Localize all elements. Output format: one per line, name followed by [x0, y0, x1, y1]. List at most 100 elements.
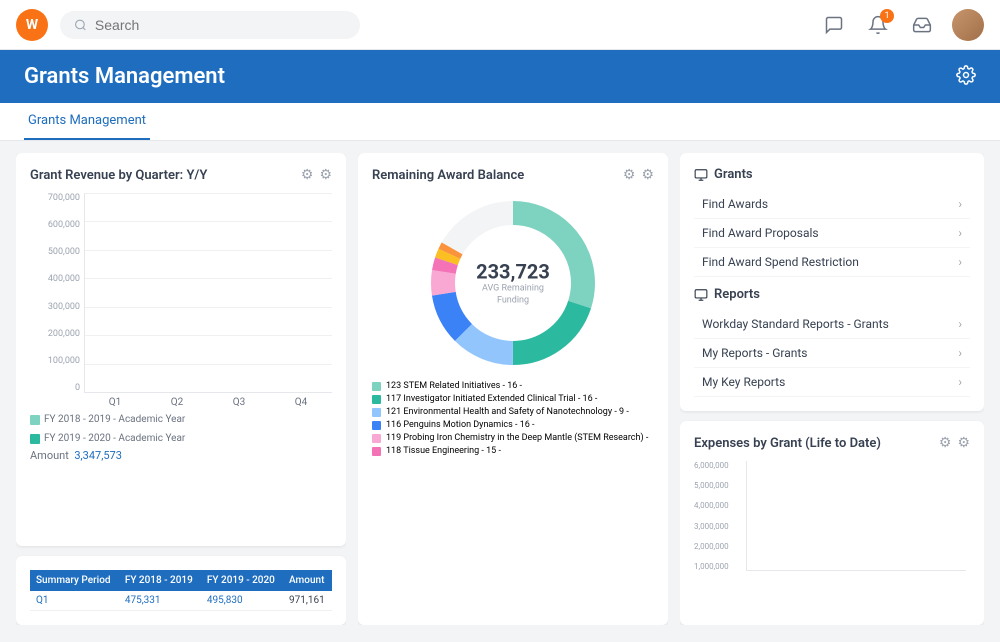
fy2-val[interactable]: 495,830: [201, 591, 283, 611]
tab-bar: Grants Management: [0, 103, 1000, 141]
tab-grants-management[interactable]: Grants Management: [24, 103, 150, 140]
y-label-200k: 200,000: [30, 329, 80, 339]
expenses-card: Expenses by Grant (Life to Date) ⚙ ⚙ 6,0…: [680, 421, 984, 625]
col-amount: Amount: [283, 570, 332, 591]
table-row: Q1 475,331 495,830 971,161: [30, 591, 332, 611]
expenses-card-icons: ⚙ ⚙: [939, 435, 970, 451]
reports-section-title: Reports: [694, 287, 970, 302]
col-period: Summary Period: [30, 570, 119, 591]
legend-item-1: 117 Investigator Initiated Extended Clin…: [372, 394, 654, 404]
search-bar[interactable]: [60, 11, 360, 39]
bar-chart: 700,000 600,000 500,000 400,000 300,000 …: [30, 193, 332, 408]
menu-find-award-proposals[interactable]: Find Award Proposals ›: [694, 219, 970, 248]
chat-icon-button[interactable]: [820, 11, 848, 39]
x-label-q4: Q4: [270, 397, 332, 408]
menu-find-awards[interactable]: Find Awards ›: [694, 190, 970, 219]
menu-find-award-spend[interactable]: Find Award Spend Restriction ›: [694, 248, 970, 277]
remaining-award-card: Remaining Award Balance ⚙ ⚙: [358, 153, 668, 625]
page-title: Grants Management: [24, 64, 225, 89]
legend-color-2: [372, 408, 381, 417]
expenses-title: Expenses by Grant (Life to Date): [694, 436, 881, 451]
menu-my-key-reports[interactable]: My Key Reports ›: [694, 368, 970, 397]
nav-icons: 1: [820, 9, 984, 41]
expenses-header: Expenses by Grant (Life to Date) ⚙ ⚙: [694, 435, 970, 451]
chevron-standard-reports: ›: [958, 317, 962, 331]
x-label-q3: Q3: [208, 397, 270, 408]
page-header: Grants Management: [0, 50, 1000, 103]
bell-icon-button[interactable]: 1: [864, 11, 892, 39]
legend-fy1: FY 2018 - 2019 - Academic Year: [30, 414, 185, 425]
search-input[interactable]: [95, 17, 346, 33]
settings-donut-icon[interactable]: ⚙: [641, 167, 654, 183]
x-label-q2: Q2: [146, 397, 208, 408]
donut-chart: 233,723 AVG Remaining Funding: [423, 193, 603, 373]
y-label-300k: 300,000: [30, 302, 80, 312]
donut-number: 233,723: [468, 259, 558, 283]
y-label-700k: 700,000: [30, 193, 80, 203]
panel-mid: Remaining Award Balance ⚙ ⚙: [358, 153, 668, 625]
exp-y-6m: 6,000,000: [694, 461, 742, 470]
donut-card-icons: ⚙ ⚙: [623, 167, 654, 183]
grants-section-title: Grants: [694, 167, 970, 182]
card-header-revenue: Grant Revenue by Quarter: Y/Y ⚙ ⚙: [30, 167, 332, 183]
chart-legend: FY 2018 - 2019 - Academic Year: [30, 414, 332, 425]
y-label-600k: 600,000: [30, 220, 80, 230]
summary-table: Summary Period FY 2018 - 2019 FY 2019 - …: [30, 570, 332, 611]
x-labels: Q1 Q2 Q3 Q4: [30, 397, 332, 408]
legend-color-5: [372, 447, 381, 456]
panel-right: Grants Find Awards › Find Award Proposal…: [680, 153, 984, 625]
expenses-bar-chart: 6,000,000 5,000,000 4,000,000 3,000,000 …: [694, 461, 970, 571]
legend-item-2: 121 Environmental Health and Safety of N…: [372, 407, 654, 417]
filter-icon-button[interactable]: ⚙: [301, 167, 314, 183]
exp-y-4m: 4,000,000: [694, 501, 742, 510]
legend-color-0: [372, 382, 381, 391]
search-icon: [74, 18, 87, 32]
legend-fy2: FY 2019 - 2020 - Academic Year: [30, 433, 185, 444]
grants-menu-card: Grants Find Awards › Find Award Proposal…: [680, 153, 984, 411]
filter-expenses-icon[interactable]: ⚙: [939, 435, 952, 451]
legend-item-4: 119 Probing Iron Chemistry in the Deep M…: [372, 433, 654, 443]
settings-icon-button[interactable]: [956, 65, 976, 89]
avatar[interactable]: [952, 9, 984, 41]
legend-color-4: [372, 434, 381, 443]
grants-icon: [694, 168, 708, 182]
menu-my-reports[interactable]: My Reports - Grants ›: [694, 339, 970, 368]
reports-section: Reports Workday Standard Reports - Grant…: [694, 287, 970, 397]
top-nav: W 1: [0, 0, 1000, 50]
workday-logo[interactable]: W: [16, 9, 48, 41]
settings-expenses-icon[interactable]: ⚙: [957, 435, 970, 451]
amount-val: 971,161: [283, 591, 332, 611]
exp-y-2m: 2,000,000: [694, 542, 742, 551]
amount-value: 3,347,573: [74, 449, 122, 462]
exp-y-1m: 1,000,000: [694, 562, 742, 571]
fy1-val[interactable]: 475,331: [119, 591, 201, 611]
period-q1[interactable]: Q1: [30, 591, 119, 611]
y-label-0: 0: [30, 383, 80, 393]
chart-legend-2: FY 2019 - 2020 - Academic Year: [30, 433, 332, 444]
grant-revenue-title: Grant Revenue by Quarter: Y/Y: [30, 168, 207, 183]
legend-color-1: [372, 395, 381, 404]
card-header-donut: Remaining Award Balance ⚙ ⚙: [372, 167, 654, 183]
amount-row: Amount 3,347,573: [30, 449, 332, 462]
settings-chart-icon-button[interactable]: ⚙: [319, 167, 332, 183]
y-label-100k: 100,000: [30, 356, 80, 366]
main-content: Grant Revenue by Quarter: Y/Y ⚙ ⚙ 700,00…: [0, 141, 1000, 637]
chevron-find-awards: ›: [958, 197, 962, 211]
chevron-find-spend: ›: [958, 255, 962, 269]
chevron-my-reports: ›: [958, 346, 962, 360]
inbox-icon-button[interactable]: [908, 11, 936, 39]
legend-dot-fy1: [30, 415, 40, 425]
legend-item-0: 123 STEM Related Initiatives - 16 -: [372, 381, 654, 391]
notification-badge: 1: [880, 9, 894, 23]
remaining-award-title: Remaining Award Balance: [372, 168, 524, 183]
filter-donut-icon[interactable]: ⚙: [623, 167, 636, 183]
grant-revenue-card: Grant Revenue by Quarter: Y/Y ⚙ ⚙ 700,00…: [16, 153, 346, 546]
reports-icon: [694, 288, 708, 302]
chevron-key-reports: ›: [958, 375, 962, 389]
exp-y-5m: 5,000,000: [694, 481, 742, 490]
menu-workday-standard-reports[interactable]: Workday Standard Reports - Grants ›: [694, 310, 970, 339]
legend-dot-fy2: [30, 434, 40, 444]
legend-color-3: [372, 421, 381, 430]
summary-table-card: Summary Period FY 2018 - 2019 FY 2019 - …: [16, 556, 346, 625]
legend-item-5: 118 Tissue Engineering - 15 -: [372, 446, 654, 456]
